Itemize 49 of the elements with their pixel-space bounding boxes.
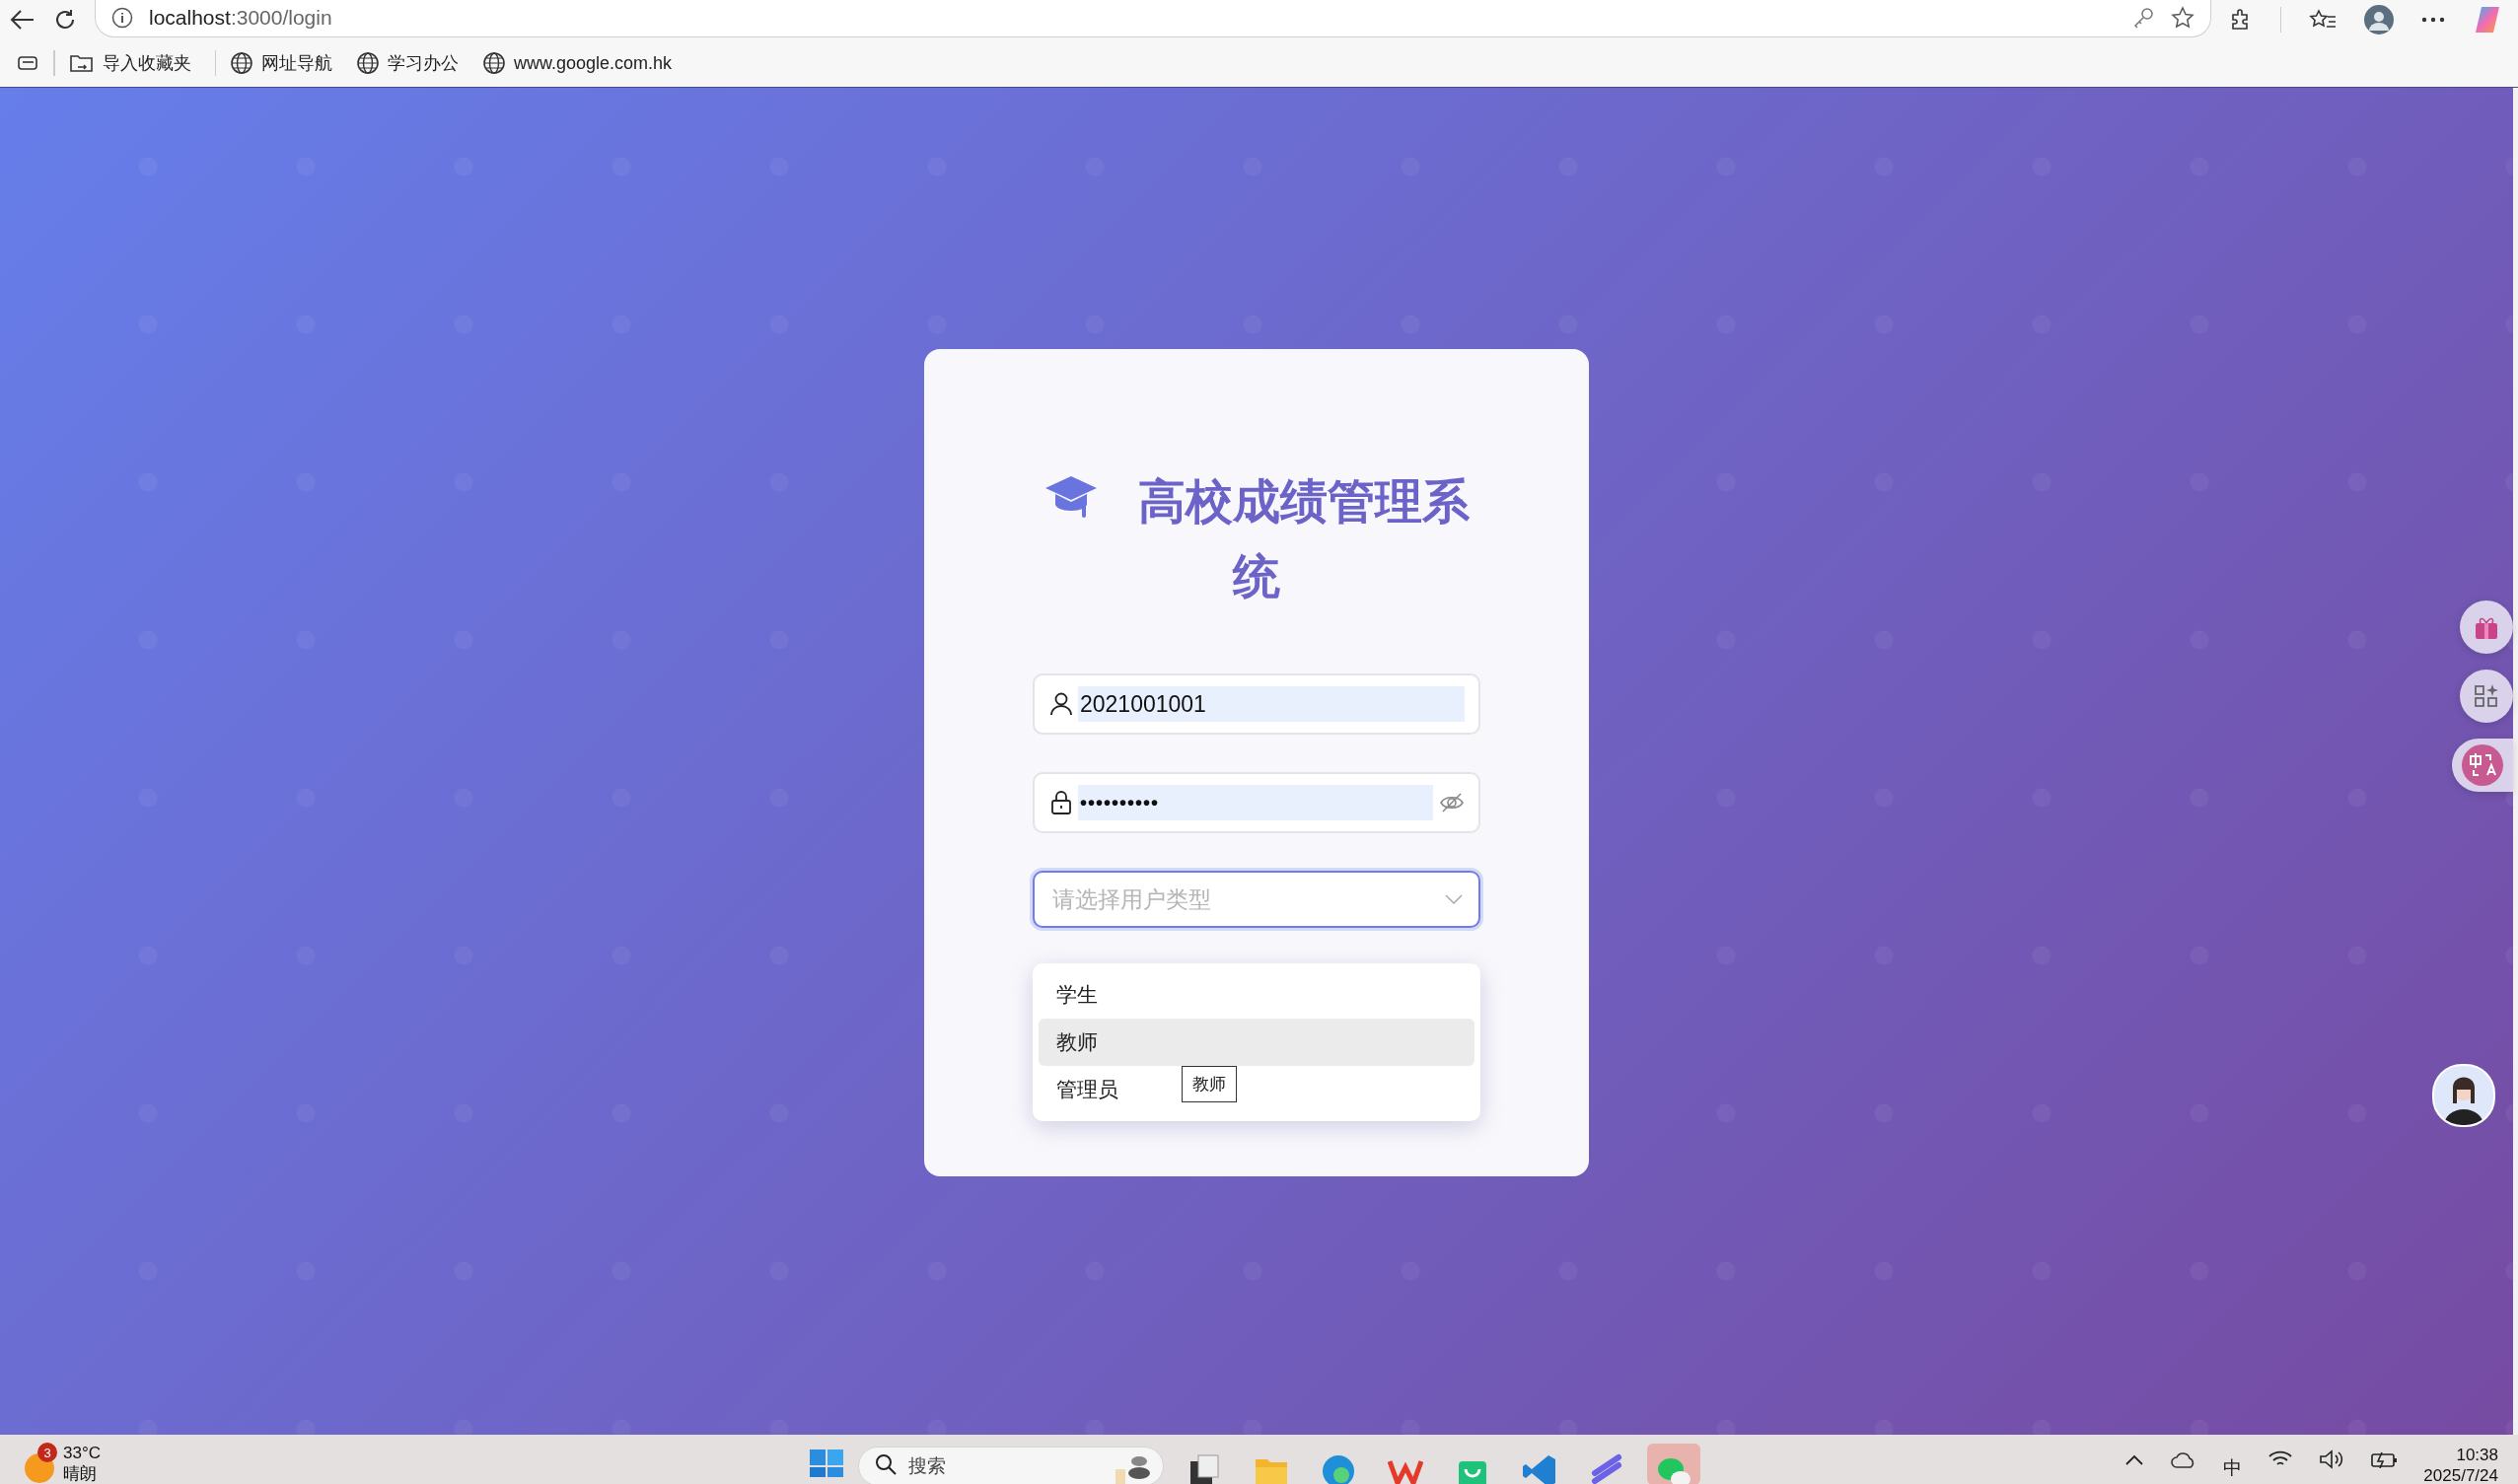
tab-actions-icon[interactable] [18,54,39,72]
bookmark-item[interactable]: 导入收藏夹 [68,51,191,75]
temperature-text: 33°C [63,1443,101,1463]
weather-widget[interactable]: 3 33°C 晴朗 [24,1443,101,1484]
copilot-icon[interactable] [2473,5,2502,35]
dropdown-option[interactable]: 管理员 [1056,1076,1118,1103]
time-text[interactable]: 10:38 [2456,1445,2498,1465]
more-icon[interactable] [2421,17,2445,23]
refresh-icon[interactable] [53,8,77,32]
eye-off-icon[interactable] [1439,792,1465,813]
floating-button[interactable] [2452,739,2513,792]
search-icon [875,1453,897,1475]
graduation-cap-icon [1043,474,1099,520]
tooltip: 教师 [1182,1066,1237,1102]
globe-icon [230,51,253,75]
username-field[interactable]: 2021001001 [1033,673,1480,735]
bookmark-item[interactable]: 学习办公 [356,51,459,75]
url-text: localhost:3000/login [149,5,332,30]
address-bar[interactable]: localhost:3000/login [95,0,2211,37]
floating-button[interactable] [2460,601,2513,654]
search-field[interactable]: 搜索 [858,1447,1164,1484]
user-icon [1050,692,1072,716]
info-icon[interactable] [111,6,133,29]
chevron-up-icon[interactable] [2124,1453,2145,1465]
profile-avatar-icon[interactable] [2364,5,2394,35]
bookmark-item[interactable]: 网址导航 [230,51,332,75]
folder-icon [68,52,95,74]
input-method-indicator[interactable]: 中 [2223,1455,2243,1481]
globe-icon [356,51,380,75]
volume-icon[interactable] [2319,1449,2345,1469]
star-icon[interactable] [2170,5,2194,30]
battery-icon[interactable] [2370,1450,2399,1468]
floating-button[interactable] [2460,670,2513,723]
chevron-down-icon [1445,894,1463,904]
bookmark-item[interactable]: www.google.com.hk [482,51,673,75]
apps-sparkle-icon [2474,683,2499,709]
globe-icon [482,51,506,75]
translate-icon [2462,744,2503,786]
notification-badge: 3 [37,1443,57,1462]
date-text[interactable]: 2025/7/24 [2423,1465,2498,1484]
password-field[interactable]: •••••••••• [1033,772,1480,833]
weather-text: 晴朗 [63,1463,98,1484]
dropdown-option[interactable]: 教师 [1056,1028,1098,1056]
dropdown-option[interactable]: 学生 [1056,981,1098,1009]
app-title: 高校成绩管理系统 [1138,475,1470,602]
feather-app-icon [1589,1451,1624,1484]
back-icon[interactable] [10,9,36,31]
key-icon[interactable] [2132,6,2155,29]
lock-icon [1050,791,1072,814]
